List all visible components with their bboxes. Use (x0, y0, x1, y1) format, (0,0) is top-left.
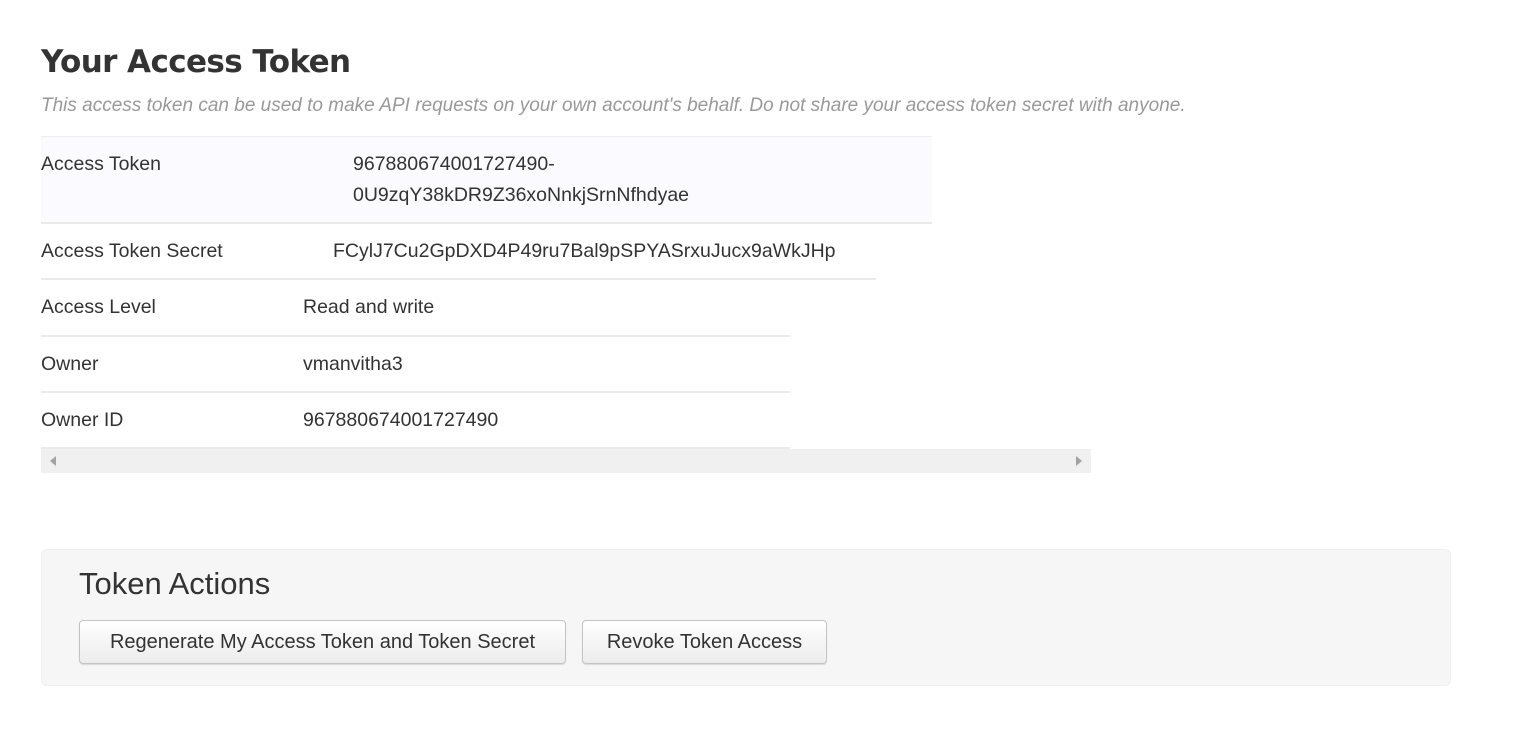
access-token-secret-value: FCylJ7Cu2GpDXD4P49ru7Bal9pSPYASrxuJucx9a… (333, 240, 836, 262)
access-token-label: Access Token (41, 153, 161, 175)
token-actions-title: Token Actions (79, 566, 271, 601)
table-row-access-token: Access Token 967880674001727490- 0U9zqY3… (41, 136, 932, 224)
access-token-secret-label: Access Token Secret (41, 240, 223, 262)
access-level-value: Read and write (303, 296, 435, 318)
access-token-value-line1: 967880674001727490- (353, 153, 555, 175)
chevron-right-icon[interactable] (1076, 456, 1082, 466)
owner-value: vmanvitha3 (303, 353, 403, 375)
owner-id-value: 967880674001727490 (303, 409, 499, 431)
revoke-token-button[interactable]: Revoke Token Access (582, 620, 827, 664)
access-token-value-line2: 0U9zqY38kDR9Z36xoNnkjSrnNfhdyae (353, 184, 690, 206)
access-token-page: Your Access Token This access token can … (0, 0, 1536, 739)
horizontal-scrollbar[interactable] (41, 449, 1091, 473)
page-title: Your Access Token (41, 44, 351, 80)
access-token-value: 967880674001727490- 0U9zqY38kDR9Z36xoNnk… (353, 149, 689, 211)
page-subtitle: This access token can be used to make AP… (41, 95, 1186, 116)
owner-id-label: Owner ID (41, 409, 124, 431)
owner-label: Owner (41, 353, 99, 375)
table-row-owner: Owner vmanvitha3 (41, 337, 790, 393)
regenerate-token-button[interactable]: Regenerate My Access Token and Token Sec… (79, 620, 566, 664)
table-row-access-level: Access Level Read and write (41, 280, 790, 337)
token-actions-panel: Token Actions Regenerate My Access Token… (41, 549, 1451, 686)
access-level-label: Access Level (41, 296, 156, 318)
table-row-access-token-secret: Access Token Secret FCylJ7Cu2GpDXD4P49ru… (41, 224, 876, 280)
table-row-owner-id: Owner ID 967880674001727490 (41, 393, 790, 449)
chevron-left-icon[interactable] (50, 456, 56, 466)
